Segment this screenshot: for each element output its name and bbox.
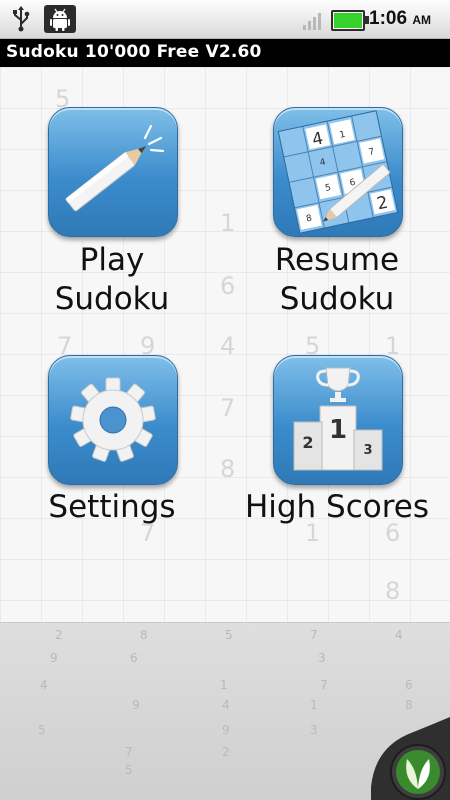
clock-ampm: AM — [412, 13, 431, 27]
high-scores-button[interactable]: 1 2 3 — [273, 355, 403, 485]
floor-digit: 3 — [318, 651, 326, 665]
battery-level — [334, 13, 362, 28]
floor-digit: 5 — [225, 628, 233, 642]
floor-digit: 6 — [130, 651, 138, 665]
floor-digit: 3 — [310, 723, 318, 737]
clock-time: 1:06 — [369, 8, 408, 29]
background-digit: 1 — [220, 209, 236, 237]
sudoku-grid-pencil-icon: 4 1 7 6 8 2 5 4 — [277, 110, 399, 234]
floor-digit: 8 — [405, 698, 413, 712]
background-digit: 6 — [220, 272, 236, 300]
floor-digit: 2 — [55, 628, 63, 642]
android-debug-icon — [44, 5, 76, 33]
play-sudoku-label[interactable]: Play Sudoku — [12, 241, 212, 319]
floor-digit: 4 — [222, 698, 230, 712]
background-digit: 7 — [220, 394, 236, 422]
podium-digit: 2 — [302, 433, 313, 452]
floor-digit: 4 — [40, 678, 48, 692]
resume-label-line1: Resume — [274, 242, 400, 278]
resume-label-line2: Sudoku — [279, 281, 395, 317]
play-sudoku-button[interactable] — [48, 107, 178, 237]
floor-digit: 4 — [395, 628, 403, 642]
floor-digit: 2 — [222, 745, 230, 759]
trophy-podium-icon: 1 2 3 — [293, 367, 383, 471]
podium-digit: 3 — [363, 443, 372, 458]
signal-icon — [303, 13, 321, 30]
floor-digit: 1 — [310, 698, 318, 712]
resume-sudoku-label[interactable]: Resume Sudoku — [237, 241, 437, 319]
pencil-icon — [65, 124, 165, 212]
settings-label[interactable]: Settings — [12, 488, 212, 527]
usb-icon — [13, 6, 30, 32]
play-label-line1: Play — [79, 242, 145, 278]
settings-button[interactable] — [48, 355, 178, 485]
floor-digit: 7 — [320, 678, 328, 692]
main-menu: 5 1 6 4 7 9 5 1 7 8 1 6 7 8 2 8 5 7 4 9 … — [0, 67, 450, 800]
high-scores-label[interactable]: High Scores — [237, 488, 437, 527]
floor-digit: 9 — [222, 723, 230, 737]
status-bar: 1:06 AM — [0, 0, 450, 39]
title-bar: Sudoku 10'000 Free V2.60 — [0, 39, 450, 67]
clock: 1:06 AM — [369, 8, 431, 30]
background-digit: 8 — [220, 455, 236, 483]
floor-digit: 9 — [132, 698, 140, 712]
floor-digit: 7 — [125, 745, 133, 759]
background-digit: 8 — [385, 577, 401, 605]
floor-digit: 6 — [405, 678, 413, 692]
app-title: Sudoku 10'000 Free V2.60 — [6, 42, 262, 62]
resume-sudoku-button[interactable]: 4 1 7 6 8 2 5 4 — [273, 107, 403, 237]
floor-digit: 7 — [310, 628, 318, 642]
battery-icon — [331, 10, 369, 31]
floor-digit: 9 — [50, 651, 58, 665]
play-label-line2: Sudoku — [54, 281, 170, 317]
floor-digit: 1 — [220, 678, 228, 692]
floor-digit: 5 — [125, 763, 133, 777]
leaf-logo-icon[interactable] — [371, 717, 450, 800]
gear-icon — [70, 377, 156, 462]
podium-digit: 1 — [329, 415, 347, 445]
floor-digit: 5 — [38, 723, 46, 737]
floor-digit: 8 — [140, 628, 148, 642]
background-digit: 4 — [220, 332, 236, 360]
